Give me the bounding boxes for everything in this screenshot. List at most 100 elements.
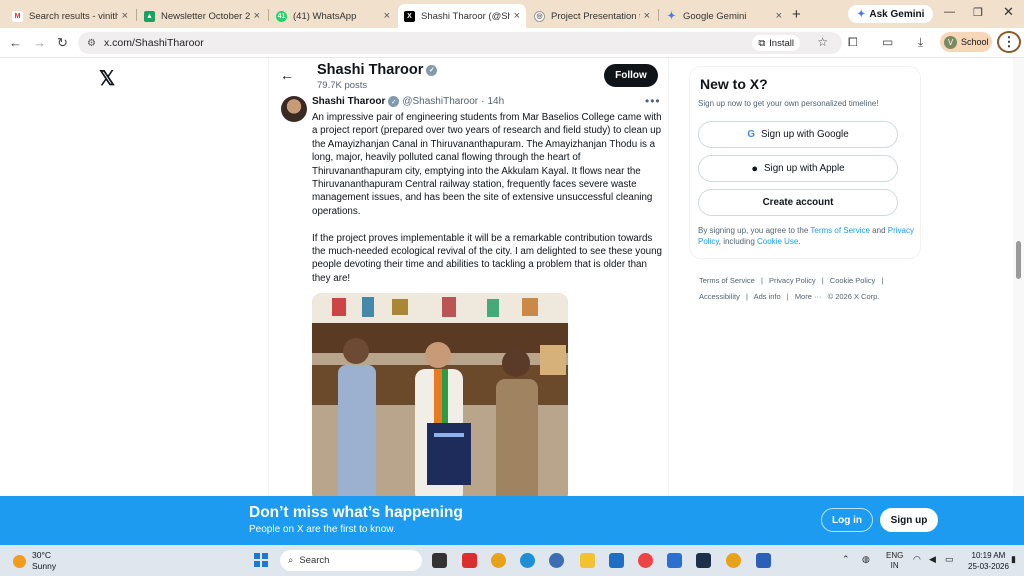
tab-google-gemini[interactable]: ✦ Google Gemini × (660, 4, 788, 28)
follow-button[interactable]: Follow (604, 64, 658, 87)
close-window-icon[interactable]: ✕ (1003, 4, 1014, 20)
gmail-icon: M (12, 10, 23, 22)
close-icon[interactable]: × (644, 10, 650, 22)
post-photo[interactable] (312, 293, 568, 496)
app-icon[interactable] (462, 553, 477, 568)
bookmark-star-icon[interactable]: ☆ (817, 35, 828, 49)
site-info-icon[interactable]: ⚙ (87, 38, 96, 49)
app-icon[interactable] (696, 553, 711, 568)
banner-title: Don’t miss what’s happening (249, 504, 463, 521)
app-icon[interactable] (549, 553, 564, 568)
task-view-icon[interactable] (432, 553, 447, 568)
post-author-name[interactable]: Shashi Tharoor (312, 96, 385, 107)
tab-whatsapp[interactable]: 41 (41) WhatsApp × (270, 4, 396, 28)
footer-sep: | (881, 276, 884, 285)
weather-temp: 30°C (32, 550, 51, 560)
footer-more-link[interactable]: More ··· (795, 292, 822, 301)
ask-gemini-button[interactable]: ✦ Ask Gemini (848, 5, 934, 23)
address-bar[interactable]: ⚙ x.com/ShashiTharoor ⧉ Install ☆ (78, 32, 842, 54)
back-arrow-icon[interactable]: ← (280, 67, 294, 83)
tab-project-presentation[interactable]: ◎ Project Presentation to × (528, 4, 656, 28)
browser-menu-icon[interactable]: ⋮ (997, 31, 1021, 53)
clock[interactable]: 10:19 AM 25-03-2026 (968, 550, 1009, 572)
scrollbar[interactable] (1013, 58, 1024, 496)
chrome-icon[interactable] (491, 553, 506, 568)
tab-newsletter[interactable]: ▲ Newsletter October 20 × (138, 4, 266, 28)
profile-chip[interactable]: V School (940, 32, 992, 52)
post-time[interactable]: 14h (487, 96, 504, 107)
signup-legal-text: By signing up, you agree to the Terms of… (698, 225, 916, 247)
banner-subtitle: People on X are the first to know. (249, 524, 396, 535)
signup-google-button[interactable]: G Sign up with Google (698, 121, 898, 148)
close-icon[interactable]: × (776, 10, 782, 22)
footer-sep: | (786, 292, 789, 301)
volume-icon[interactable]: ◀ (929, 554, 936, 565)
chrome-icon[interactable] (638, 553, 653, 568)
signup-button[interactable]: Sign up (880, 508, 938, 532)
footer-cookie-link[interactable]: Cookie Policy (830, 276, 875, 285)
tab-title: Search results - vinitha (29, 10, 118, 22)
restore-icon[interactable]: ❐ (973, 6, 983, 19)
login-button[interactable]: Log in (821, 508, 873, 532)
minimize-icon[interactable]: — (944, 6, 955, 18)
download-icon[interactable]: ⤓ (918, 35, 923, 50)
footer-privacy-link[interactable]: Privacy Policy (769, 276, 816, 285)
wifi-icon[interactable]: ◠ (913, 554, 921, 565)
close-icon[interactable]: × (122, 10, 128, 22)
new-tab-button[interactable]: + (792, 6, 801, 23)
x-logo-icon[interactable]: 𝕏 (99, 66, 115, 91)
close-icon[interactable]: × (254, 10, 260, 22)
app-tray-icon[interactable]: ◍ (862, 554, 870, 565)
tab-shashi-tharoor[interactable]: X Shashi Tharoor (@Shas × (398, 4, 526, 28)
forward-icon[interactable]: → (33, 35, 46, 50)
back-icon[interactable]: ← (9, 35, 22, 50)
verified-badge-icon: ✓ (426, 64, 438, 76)
word-icon[interactable] (756, 553, 771, 568)
edge-icon[interactable] (520, 553, 535, 568)
signup-subtitle: Sign up now to get your own personalized… (698, 99, 879, 108)
create-account-button[interactable]: Create account (698, 189, 898, 216)
battery-icon[interactable]: ▭ (945, 554, 954, 565)
start-button-icon[interactable] (254, 553, 268, 567)
install-label: Install (769, 37, 794, 49)
post-author-handle[interactable]: @ShashiTharoor (402, 96, 478, 107)
sun-icon (13, 554, 26, 568)
notification-icon[interactable]: ▮ (1011, 554, 1016, 565)
profile-name: Shashi Tharoor (317, 62, 424, 78)
taskbar-search[interactable]: ⌕ Search (280, 550, 422, 571)
install-button[interactable]: ⧉ Install (752, 35, 800, 51)
footer-accessibility-link[interactable]: Accessibility (699, 292, 740, 301)
signup-title: New to X? (700, 76, 768, 92)
x-icon: X (404, 10, 415, 22)
footer-ads-link[interactable]: Ads info (754, 292, 781, 301)
signup-apple-button[interactable]: ● Sign up with Apple (698, 155, 898, 182)
post-paragraph: If the project proves implementable it w… (312, 232, 662, 284)
scrollbar-thumb[interactable] (1016, 241, 1021, 279)
search-label: Search (299, 555, 330, 566)
profile-header-name: Shashi Tharoor ✓ (317, 62, 438, 78)
tab-gmail[interactable]: M Search results - vinitha × (6, 4, 134, 28)
footer-terms-link[interactable]: Terms of Service (699, 276, 755, 285)
store-icon[interactable] (609, 553, 624, 568)
clock-date: 25-03-2026 (968, 562, 1009, 571)
more-options-icon[interactable]: ••• (645, 94, 661, 108)
cookie-link[interactable]: Cookie Use (757, 237, 798, 246)
close-icon[interactable]: × (384, 10, 390, 22)
reload-icon[interactable]: ↻ (57, 35, 68, 51)
signup-card: New to X? Sign up now to get your own pe… (689, 66, 921, 259)
file-explorer-icon[interactable] (580, 553, 595, 568)
post-header: Shashi Tharoor ✓ @ShashiTharoor · 14h (312, 96, 504, 107)
terms-link[interactable]: Terms of Service (810, 226, 870, 235)
legal-text: , including (718, 237, 757, 246)
close-icon[interactable]: × (514, 10, 520, 22)
language-indicator[interactable]: ENG IN (886, 551, 903, 571)
weather-widget[interactable]: 30°C Sunny (13, 550, 56, 572)
chevron-up-icon[interactable]: ⌃ (842, 554, 850, 565)
avatar[interactable] (281, 96, 307, 122)
extensions-icon[interactable]: ⧠ (848, 35, 858, 50)
cast-icon[interactable]: ▭ (882, 35, 893, 49)
drive-icon: ▲ (144, 10, 155, 22)
app-icon[interactable] (667, 553, 682, 568)
url-text: x.com/ShashiTharoor (103, 37, 204, 49)
chrome-icon[interactable] (726, 553, 741, 568)
